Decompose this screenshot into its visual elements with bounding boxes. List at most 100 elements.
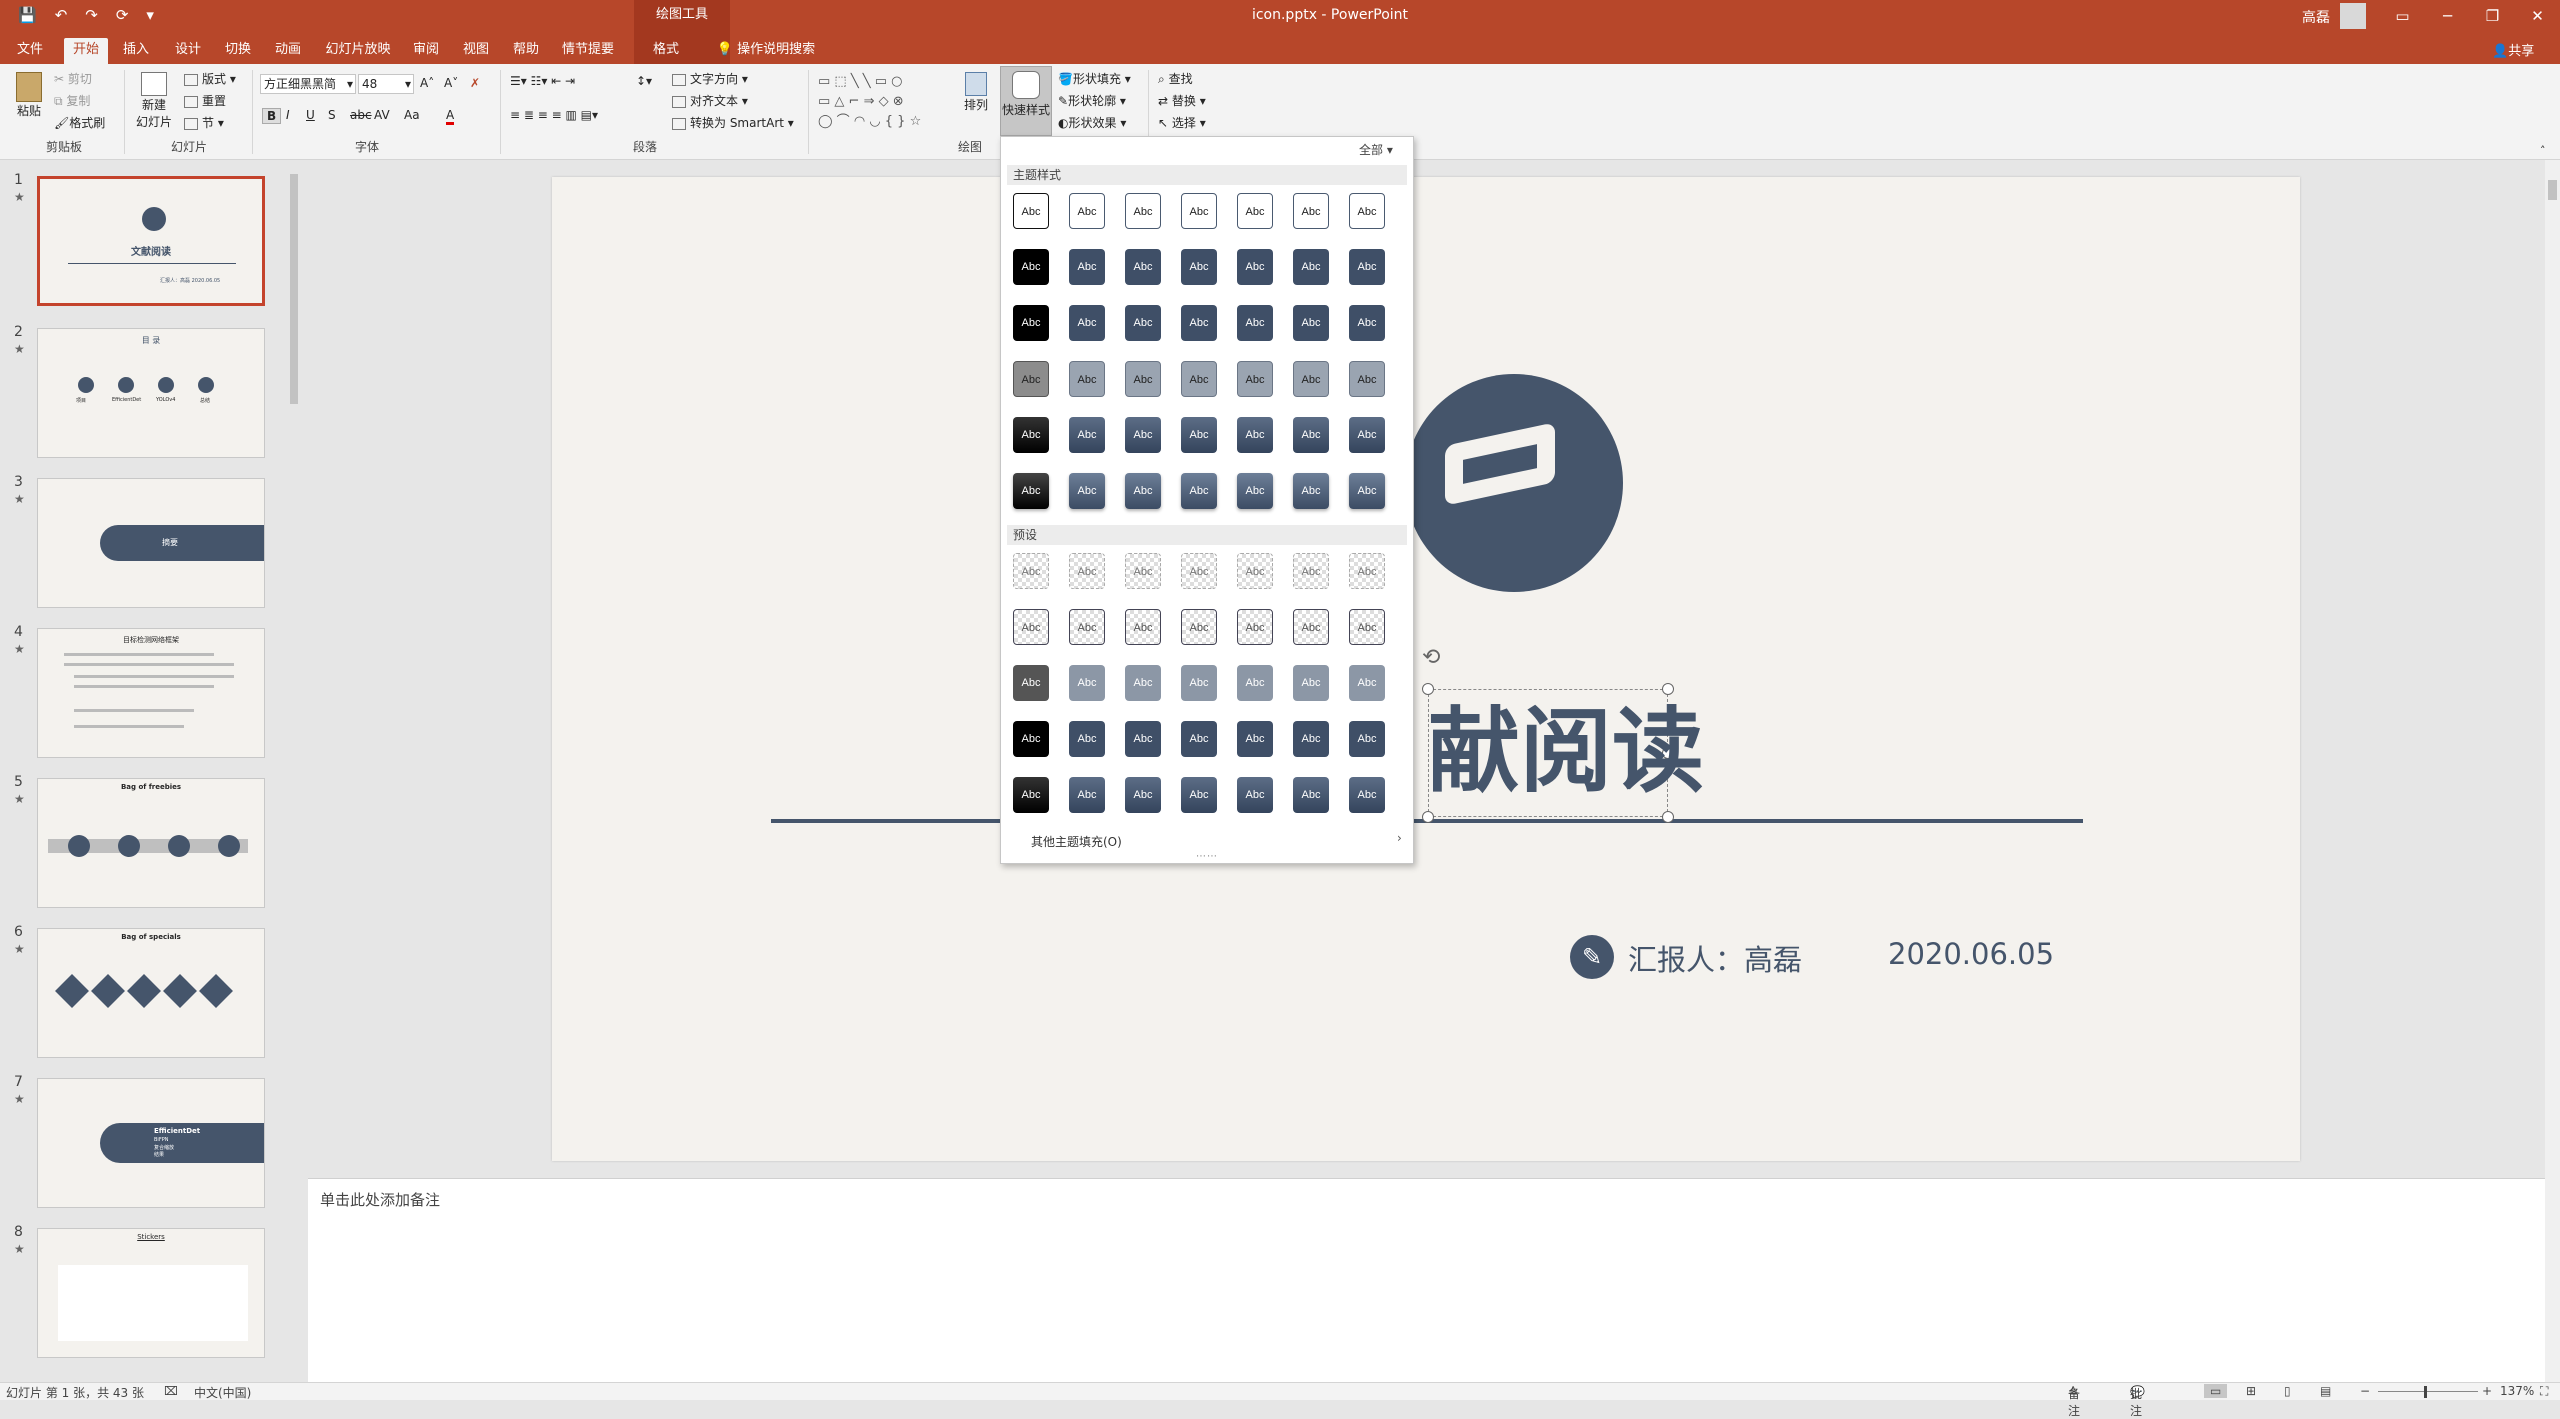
user-name[interactable]: 高磊 bbox=[2302, 7, 2330, 27]
preset-style-swatch[interactable]: Abc bbox=[1237, 665, 1273, 701]
bullets-icon[interactable]: ☰▾ ☷▾ ⇤ ⇥ bbox=[510, 74, 575, 88]
preset-style-swatch[interactable]: Abc bbox=[1293, 721, 1329, 757]
find-button[interactable]: ⌕ 查找 bbox=[1158, 70, 1193, 87]
theme-style-swatch[interactable]: Abc bbox=[1125, 249, 1161, 285]
slide-title-text[interactable]: 献阅读 bbox=[1428, 697, 1704, 807]
rotate-handle-icon[interactable]: ⟲ bbox=[1422, 645, 1440, 670]
theme-style-swatch[interactable]: Abc bbox=[1013, 193, 1049, 229]
theme-style-swatch[interactable]: Abc bbox=[1293, 305, 1329, 341]
preset-style-swatch[interactable]: Abc bbox=[1349, 721, 1385, 757]
slide-sorter-icon[interactable]: ⊞ bbox=[2246, 1384, 2256, 1398]
preset-style-swatch[interactable]: Abc bbox=[1237, 553, 1273, 589]
preset-style-swatch[interactable]: Abc bbox=[1181, 665, 1217, 701]
theme-style-swatch[interactable]: Abc bbox=[1181, 473, 1217, 509]
theme-style-swatch[interactable]: Abc bbox=[1349, 361, 1385, 397]
shape-effects-button[interactable]: ◐形状效果 ▾ bbox=[1058, 114, 1126, 131]
tab-slideshow[interactable]: 幻灯片放映 bbox=[320, 38, 396, 64]
slideshow-icon[interactable]: ▤ bbox=[2320, 1384, 2331, 1398]
preset-style-swatch[interactable]: Abc bbox=[1349, 553, 1385, 589]
preset-style-swatch[interactable]: Abc bbox=[1125, 721, 1161, 757]
editor-scrollbar[interactable] bbox=[2545, 160, 2560, 1382]
char-spacing-button[interactable]: AV bbox=[374, 108, 390, 122]
tab-format[interactable]: 格式 bbox=[646, 38, 686, 64]
slide-thumbnail-5[interactable]: Bag of freebies bbox=[37, 778, 265, 908]
close-icon[interactable]: ✕ bbox=[2515, 4, 2560, 28]
preset-style-swatch[interactable]: Abc bbox=[1069, 777, 1105, 813]
theme-style-swatch[interactable]: Abc bbox=[1069, 361, 1105, 397]
slide-thumbnail-6[interactable]: Bag of specials bbox=[37, 928, 265, 1058]
theme-style-swatch[interactable]: Abc bbox=[1293, 193, 1329, 229]
reporter-text[interactable]: 汇报人：高磊 bbox=[1628, 937, 1802, 979]
line-spacing-icon[interactable]: ↕▾ bbox=[636, 74, 652, 88]
format-painter-button[interactable]: 🖌格式刷 bbox=[54, 114, 105, 131]
tell-me-search[interactable]: 💡 操作说明搜索 bbox=[706, 38, 826, 64]
zoom-slider[interactable] bbox=[2378, 1391, 2478, 1392]
preset-style-swatch[interactable]: Abc bbox=[1069, 609, 1105, 645]
slide-thumbnail-4[interactable]: 目标检测网络框架 bbox=[37, 628, 265, 758]
save-icon[interactable]: 💾 bbox=[18, 6, 37, 24]
tab-insert[interactable]: 插入 bbox=[116, 38, 156, 64]
preset-style-swatch[interactable]: Abc bbox=[1293, 553, 1329, 589]
preset-style-swatch[interactable]: Abc bbox=[1013, 721, 1049, 757]
preset-style-swatch[interactable]: Abc bbox=[1069, 553, 1105, 589]
smartart-button[interactable]: 转换为 SmartArt ▾ bbox=[672, 114, 794, 131]
theme-style-swatch[interactable]: Abc bbox=[1181, 361, 1217, 397]
reset-button[interactable]: 重置 bbox=[184, 92, 226, 109]
resize-handle[interactable] bbox=[1422, 811, 1434, 823]
theme-style-swatch[interactable]: Abc bbox=[1293, 417, 1329, 453]
theme-style-swatch[interactable]: Abc bbox=[1237, 193, 1273, 229]
replace-button[interactable]: ⇄ 替换 ▾ bbox=[1158, 92, 1206, 109]
theme-style-swatch[interactable]: Abc bbox=[1125, 305, 1161, 341]
thumbnails-scrollbar[interactable] bbox=[288, 160, 300, 1382]
preset-style-swatch[interactable]: Abc bbox=[1293, 665, 1329, 701]
slide-thumbnail-8[interactable]: Stickers bbox=[37, 1228, 265, 1358]
theme-style-swatch[interactable]: Abc bbox=[1349, 193, 1385, 229]
preset-style-swatch[interactable]: Abc bbox=[1181, 553, 1217, 589]
tab-home[interactable]: 开始 bbox=[64, 38, 108, 64]
preset-style-swatch[interactable]: Abc bbox=[1237, 721, 1273, 757]
font-size-select[interactable]: 48 ▾ bbox=[358, 74, 414, 94]
theme-style-swatch[interactable]: Abc bbox=[1293, 249, 1329, 285]
bold-button[interactable]: B bbox=[262, 108, 282, 124]
theme-style-swatch[interactable]: Abc bbox=[1013, 249, 1049, 285]
fit-slide-icon[interactable]: ⛶ bbox=[2540, 1384, 2548, 1399]
tab-design[interactable]: 设计 bbox=[168, 38, 208, 64]
theme-style-swatch[interactable]: Abc bbox=[1013, 305, 1049, 341]
language[interactable]: 中文(中国) bbox=[194, 1384, 251, 1401]
text-direction-button[interactable]: 文字方向 ▾ bbox=[672, 70, 748, 87]
strikethrough-button[interactable]: abc bbox=[350, 108, 372, 122]
clear-format-icon[interactable]: ✗ bbox=[470, 76, 480, 90]
layout-button[interactable]: 版式 ▾ bbox=[184, 70, 236, 87]
preset-style-swatch[interactable]: Abc bbox=[1069, 665, 1105, 701]
theme-style-swatch[interactable]: Abc bbox=[1293, 361, 1329, 397]
theme-style-swatch[interactable]: Abc bbox=[1125, 417, 1161, 453]
grow-font-button[interactable]: A˄ bbox=[420, 76, 434, 90]
slide-thumbnail-7[interactable]: EfficientDet BiFPN 复合缩放 结果 bbox=[37, 1078, 265, 1208]
theme-style-swatch[interactable]: Abc bbox=[1237, 417, 1273, 453]
qat-customize-icon[interactable]: ▾ bbox=[146, 6, 154, 24]
theme-style-swatch[interactable]: Abc bbox=[1069, 249, 1105, 285]
ribbon-display-icon[interactable]: ▭ bbox=[2380, 4, 2425, 28]
preset-style-swatch[interactable]: Abc bbox=[1349, 609, 1385, 645]
preset-style-swatch[interactable]: Abc bbox=[1125, 609, 1161, 645]
graduation-cap-icon[interactable] bbox=[1405, 374, 1623, 592]
tab-animations[interactable]: 动画 bbox=[268, 38, 308, 64]
preset-style-swatch[interactable]: Abc bbox=[1293, 777, 1329, 813]
zoom-in-icon[interactable]: + bbox=[2482, 1384, 2492, 1398]
zoom-level[interactable]: 137% bbox=[2500, 1384, 2534, 1398]
shapes-gallery[interactable]: ▭ ⬚ ╲ ╲ ▭ ○ ▭ △ ⌐ ⇒ ◇ ⊗ ◯ ⌒ ◠ ◡ { } ☆ bbox=[818, 72, 921, 132]
preset-style-swatch[interactable]: Abc bbox=[1125, 777, 1161, 813]
shape-fill-button[interactable]: 🪣形状填充 ▾ bbox=[1058, 70, 1131, 87]
slide-canvas[interactable]: ⟲ 献阅读 ✎ 汇报人：高磊 2020.06.05 bbox=[552, 177, 2300, 1161]
avatar[interactable] bbox=[2340, 3, 2366, 29]
theme-style-swatch[interactable]: Abc bbox=[1125, 361, 1161, 397]
arrange-button[interactable]: 排列 bbox=[964, 72, 988, 113]
tab-file[interactable]: 文件 bbox=[10, 38, 50, 64]
restore-icon[interactable]: ❐ bbox=[2470, 4, 2515, 28]
theme-style-swatch[interactable]: Abc bbox=[1181, 417, 1217, 453]
tab-help[interactable]: 帮助 bbox=[506, 38, 546, 64]
theme-style-swatch[interactable]: Abc bbox=[1237, 305, 1273, 341]
theme-style-swatch[interactable]: Abc bbox=[1069, 417, 1105, 453]
preset-style-swatch[interactable]: Abc bbox=[1069, 721, 1105, 757]
theme-style-swatch[interactable]: Abc bbox=[1125, 473, 1161, 509]
